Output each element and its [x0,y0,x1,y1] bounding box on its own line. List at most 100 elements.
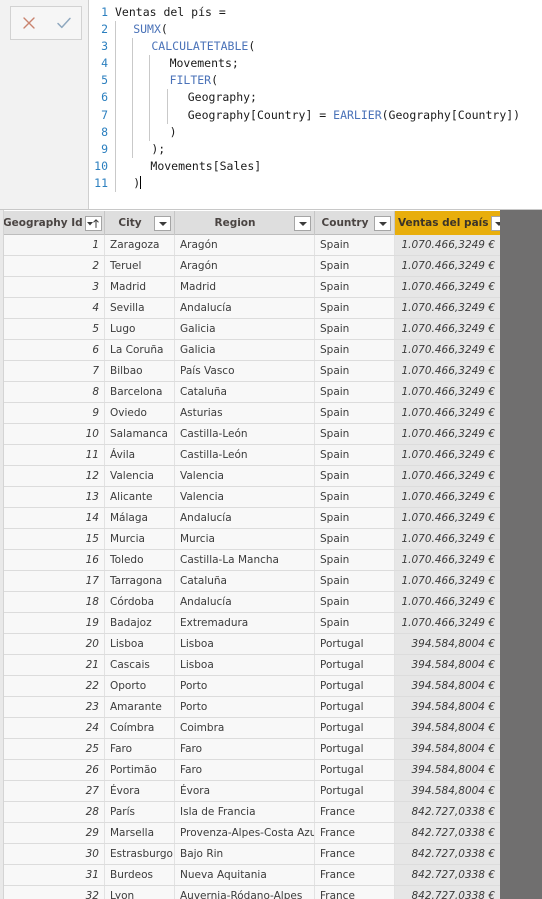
table-cell[interactable]: 394.584,8004 € [395,760,500,780]
table-cell[interactable]: Auvernia-Ródano-Alpes [175,886,315,899]
table-row[interactable]: 27 Évora Évora Portugal 394.584,8004 € [0,781,500,802]
table-cell[interactable]: 26 [0,760,105,780]
table-cell[interactable]: France [315,886,395,899]
table-cell[interactable]: 394.584,8004 € [395,718,500,738]
table-cell[interactable]: 13 [0,487,105,507]
table-cell[interactable]: Extremadura [175,613,315,633]
table-cell[interactable]: Aragón [175,256,315,276]
table-cell[interactable]: Andalucía [175,508,315,528]
table-row[interactable]: 14 Málaga Andalucía Spain 1.070.466,3249 € [0,508,500,529]
table-cell[interactable]: Portugal [315,739,395,759]
table-cell[interactable]: 1.070.466,3249 € [395,445,500,465]
table-cell[interactable]: 12 [0,466,105,486]
table-cell[interactable]: Lisboa [175,655,315,675]
table-cell[interactable]: Teruel [105,256,175,276]
table-cell[interactable]: 31 [0,865,105,885]
table-cell[interactable]: Valencia [175,466,315,486]
table-cell[interactable]: Tarragona [105,571,175,591]
table-cell[interactable]: 4 [0,298,105,318]
table-cell[interactable]: Spain [315,571,395,591]
table-cell[interactable]: La Coruña [105,340,175,360]
table-row[interactable]: 12 Valencia Valencia Spain 1.070.466,3249 € [0,466,500,487]
table-row[interactable]: 19 Badajoz Extremadura Spain 1.070.466,3249 … [0,613,500,634]
dax-formula-editor[interactable]: 1 Ventas del pís = 2 SUMX(3 CALCULATETABLE(4… [88,0,542,209]
table-cell[interactable]: Sevilla [105,298,175,318]
table-cell[interactable]: Spain [315,235,395,255]
table-cell[interactable]: Asturias [175,403,315,423]
table-cell[interactable]: Porto [175,676,315,696]
table-cell[interactable]: 25 [0,739,105,759]
commit-checkmark-icon[interactable] [51,10,77,36]
grid-body[interactable]: 1 Zaragoza Aragón Spain 1.070.466,3249 €2 Ter… [0,235,542,899]
table-cell[interactable]: Portugal [315,760,395,780]
table-cell[interactable]: Toledo [105,550,175,570]
table-cell[interactable]: France [315,865,395,885]
table-row[interactable]: 24 Coímbra Coimbra Portugal 394.584,8004 € [0,718,500,739]
table-row[interactable]: 7 Bilbao País Vasco Spain 1.070.466,3249 € [0,361,500,382]
table-cell[interactable]: Lisboa [105,634,175,654]
table-cell[interactable]: 11 [0,445,105,465]
table-cell[interactable]: Bilbao [105,361,175,381]
table-cell[interactable]: 1.070.466,3249 € [395,571,500,591]
table-cell[interactable]: Portugal [315,697,395,717]
table-cell[interactable]: Galicia [175,340,315,360]
table-cell[interactable]: Spain [315,445,395,465]
table-cell[interactable]: Spain [315,319,395,339]
table-cell[interactable]: 1.070.466,3249 € [395,466,500,486]
table-cell[interactable]: Spain [315,403,395,423]
filter-dropdown-icon[interactable] [154,215,171,231]
table-cell[interactable]: 29 [0,823,105,843]
table-cell[interactable]: Córdoba [105,592,175,612]
table-cell[interactable]: Spain [315,424,395,444]
table-cell[interactable]: 842.727,0338 € [395,802,500,822]
table-cell[interactable]: Barcelona [105,382,175,402]
table-cell[interactable]: Faro [105,739,175,759]
table-cell[interactable]: Spain [315,361,395,381]
table-cell[interactable]: País Vasco [175,361,315,381]
table-cell[interactable]: 15 [0,529,105,549]
table-row[interactable]: 1 Zaragoza Aragón Spain 1.070.466,3249 € [0,235,500,256]
table-cell[interactable]: Provenza-Alpes-Costa Azul [175,823,315,843]
table-cell[interactable]: Alicante [105,487,175,507]
table-cell[interactable]: 1.070.466,3249 € [395,613,500,633]
table-cell[interactable]: 1.070.466,3249 € [395,361,500,381]
table-cell[interactable]: Estrasburgo [105,844,175,864]
table-row[interactable]: 6 La Coruña Galicia Spain 1.070.466,3249 € [0,340,500,361]
table-row[interactable]: 5 Lugo Galicia Spain 1.070.466,3249 € [0,319,500,340]
table-row[interactable]: 28 París Isla de Francia France 842.727,0338… [0,802,500,823]
table-cell[interactable]: Marsella [105,823,175,843]
table-cell[interactable]: Burdeos [105,865,175,885]
table-cell[interactable]: Portugal [315,676,395,696]
table-row[interactable]: 11 Ávila Castilla-León Spain 1.070.466,3249 … [0,445,500,466]
sort-ascending-filter-icon[interactable] [84,215,102,231]
table-row[interactable]: 9 Oviedo Asturias Spain 1.070.466,3249 € [0,403,500,424]
table-cell[interactable]: Salamanca [105,424,175,444]
table-cell[interactable]: 1.070.466,3249 € [395,256,500,276]
table-cell[interactable]: 394.584,8004 € [395,781,500,801]
table-cell[interactable]: 21 [0,655,105,675]
table-cell[interactable]: Málaga [105,508,175,528]
table-row[interactable]: 26 Portimão Faro Portugal 394.584,8004 € [0,760,500,781]
table-cell[interactable]: 394.584,8004 € [395,634,500,654]
table-cell[interactable]: 1.070.466,3249 € [395,382,500,402]
table-cell[interactable]: 3 [0,277,105,297]
table-cell[interactable]: Évora [105,781,175,801]
table-cell[interactable]: 7 [0,361,105,381]
table-cell[interactable]: 394.584,8004 € [395,697,500,717]
table-cell[interactable]: Ávila [105,445,175,465]
table-row[interactable]: 17 Tarragona Cataluña Spain 1.070.466,3249 € [0,571,500,592]
table-row[interactable]: 18 Córdoba Andalucía Spain 1.070.466,3249 € [0,592,500,613]
table-cell[interactable]: 9 [0,403,105,423]
table-cell[interactable]: 22 [0,676,105,696]
table-cell[interactable]: 1.070.466,3249 € [395,403,500,423]
table-cell[interactable]: France [315,844,395,864]
table-cell[interactable]: Castilla-León [175,424,315,444]
table-cell[interactable]: Bajo Rin [175,844,315,864]
table-cell[interactable]: France [315,823,395,843]
table-cell[interactable]: 1.070.466,3249 € [395,529,500,549]
table-cell[interactable]: Coímbra [105,718,175,738]
table-cell[interactable]: 32 [0,886,105,899]
table-cell[interactable]: 30 [0,844,105,864]
table-cell[interactable]: Spain [315,256,395,276]
table-row[interactable]: 16 Toledo Castilla-La Mancha Spain 1.070.466… [0,550,500,571]
